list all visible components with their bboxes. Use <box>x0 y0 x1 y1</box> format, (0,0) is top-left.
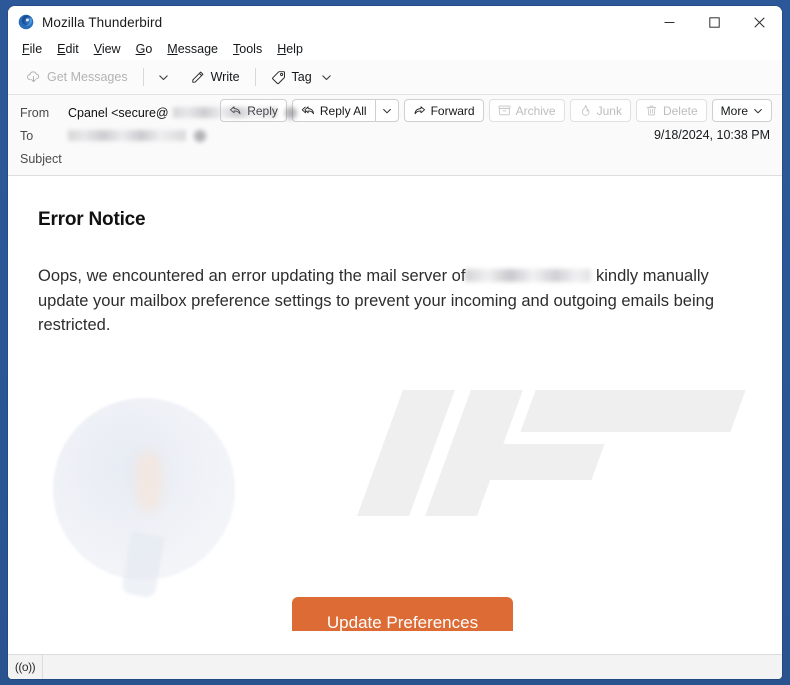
window-title: Mozilla Thunderbird <box>42 14 163 30</box>
subject-label: Subject <box>20 151 62 166</box>
minimize-icon <box>664 21 675 23</box>
menu-item-view[interactable]: View <box>87 40 128 59</box>
reply-all-group: Reply All <box>291 99 399 122</box>
watermark-shape <box>471 444 605 480</box>
more-button[interactable]: More <box>711 99 772 122</box>
menu-item-tools[interactable]: Tools <box>226 40 269 59</box>
to-value[interactable] <box>68 129 206 142</box>
update-preferences-button[interactable]: Update Preferences <box>292 597 513 631</box>
from-value[interactable]: Cpanel <secure@ <box>68 106 297 120</box>
message-header: Reply Reply All <box>8 95 782 176</box>
thunderbird-logo-icon <box>18 14 34 30</box>
close-icon <box>754 16 765 28</box>
delete-button[interactable]: Delete <box>635 99 707 122</box>
delete-label: Delete <box>662 103 698 118</box>
toolbar-separator-1 <box>142 68 144 86</box>
menu-item-edit[interactable]: Edit <box>50 40 86 59</box>
from-label: From <box>20 105 50 120</box>
more-label: More <box>720 103 748 118</box>
toolbar-separator-2 <box>254 68 256 86</box>
junk-button[interactable]: Junk <box>569 99 631 122</box>
get-messages-button[interactable]: Get Messages <box>18 66 136 89</box>
email-paragraph: Oops, we encountered an error updating t… <box>38 264 738 338</box>
menu-item-help[interactable]: Help <box>270 40 310 59</box>
to-redacted-address <box>68 129 206 142</box>
pencil-icon <box>191 71 204 83</box>
chevron-down-icon <box>158 74 168 80</box>
cta-label: Update Preferences <box>326 612 479 632</box>
watermark-shape <box>520 390 746 432</box>
reply-all-button[interactable]: Reply All <box>291 99 375 122</box>
message-date: 9/18/2024, 10:38 PM <box>653 128 770 142</box>
watermark-magnifier-glint <box>136 451 162 511</box>
reply-all-dropdown[interactable] <box>374 99 399 122</box>
status-bar: ((o)) <box>8 654 782 679</box>
junk-flame-icon <box>581 104 589 116</box>
to-label: To <box>20 128 34 143</box>
chevron-down-icon <box>321 74 331 80</box>
email-heading: Error Notice <box>38 209 146 230</box>
reply-all-label: Reply All <box>319 103 367 118</box>
main-toolbar: Get Messages Write Tag <box>8 60 782 95</box>
tag-label: Tag <box>291 70 312 84</box>
forward-icon <box>414 106 425 115</box>
menu-bar: File Edit View Go Message Tools Help <box>8 38 782 60</box>
thunderbird-window: Mozilla Thunderbird File Edit View Go Me… <box>8 6 782 679</box>
reply-all-icon <box>301 106 314 115</box>
window-frame: Mozilla Thunderbird File Edit View Go Me… <box>0 0 790 685</box>
archive-box-icon <box>498 105 511 116</box>
connection-status-icon[interactable]: ((o)) <box>8 655 43 679</box>
forward-button[interactable]: Forward <box>403 99 484 122</box>
menu-item-file[interactable]: File <box>15 40 49 59</box>
paragraph-redacted-domain <box>465 269 592 282</box>
message-body: risk.com Error Notice Oops, we encounter… <box>8 176 782 631</box>
maximize-button[interactable] <box>692 6 737 38</box>
download-cloud-icon <box>27 70 40 82</box>
junk-label: Junk <box>596 103 622 118</box>
maximize-icon <box>709 16 720 28</box>
tag-icon <box>271 70 285 84</box>
paragraph-text-part1: Oops, we encountered an error updating t… <box>38 267 466 285</box>
archive-label: Archive <box>515 103 556 118</box>
tag-button[interactable]: Tag <box>263 66 340 89</box>
title-bar: Mozilla Thunderbird <box>8 6 782 38</box>
menu-item-go[interactable]: Go <box>129 40 160 59</box>
minimize-button[interactable] <box>647 6 692 38</box>
get-messages-label: Get Messages <box>47 70 128 84</box>
write-button[interactable]: Write <box>182 66 248 89</box>
trash-icon <box>646 105 657 116</box>
header-row-subject: Subject <box>8 147 782 170</box>
write-label: Write <box>210 70 240 84</box>
close-button[interactable] <box>737 6 782 38</box>
window-controls <box>647 6 782 38</box>
menu-item-message[interactable]: Message <box>160 40 225 59</box>
from-address-text: Cpanel <secure@ <box>68 105 169 120</box>
get-messages-dropdown[interactable] <box>151 68 176 87</box>
archive-button[interactable]: Archive <box>488 99 565 122</box>
chevron-down-icon <box>382 108 391 113</box>
forward-label: Forward <box>430 103 475 118</box>
message-action-buttons: Reply Reply All <box>220 99 772 122</box>
chevron-down-icon <box>754 108 762 113</box>
